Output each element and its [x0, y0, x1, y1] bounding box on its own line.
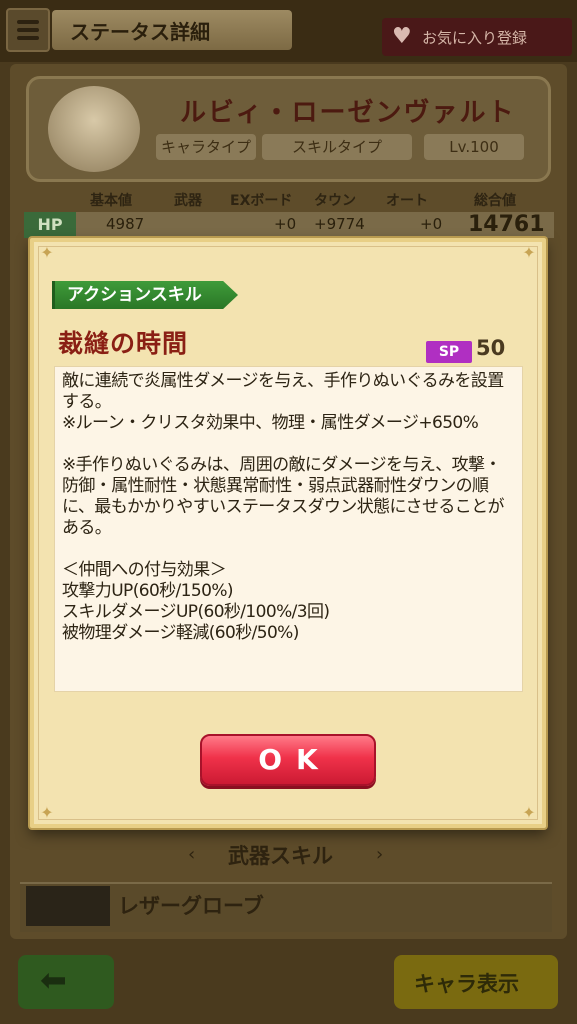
- skill-category-tag: アクションスキル: [52, 281, 238, 309]
- corner-ornament-icon: ✦: [522, 243, 536, 262]
- hp-stat-row: 4987 +0 +9774 +0 14761: [24, 212, 554, 238]
- stat-header-base: 基本値: [90, 193, 132, 209]
- back-button[interactable]: ⬅: [18, 955, 114, 1009]
- ok-button[interactable]: OK: [200, 734, 376, 786]
- favorite-button[interactable]: ♥ お気に入り登録: [382, 18, 572, 56]
- weapon-skill-title: 武器スキル: [228, 844, 333, 868]
- hp-auto-value: +0: [420, 215, 443, 233]
- weapon-name: レザーグローブ: [118, 894, 264, 918]
- chara-view-label: キャラ表示: [414, 972, 519, 996]
- chevron-left-icon[interactable]: ‹: [188, 844, 195, 865]
- sp-value: 50: [476, 336, 506, 360]
- favorite-label: お気に入り登録: [422, 29, 528, 47]
- page-title-plate: ステータス詳細: [52, 10, 292, 50]
- hp-town-value: +9774: [314, 215, 365, 233]
- skill-type-tag: スキルタイプ: [262, 134, 412, 160]
- corner-ornament-icon: ✦: [522, 803, 536, 822]
- stat-header-auto: オート: [386, 193, 428, 209]
- page-title: ステータス詳細: [70, 20, 210, 44]
- hp-exboard-value: +0: [274, 215, 297, 233]
- character-name: ルビィ・ローゼンヴァルト: [180, 98, 516, 128]
- chara-type-tag: キャラタイプ: [156, 134, 256, 160]
- hp-total-value: 14761: [468, 212, 545, 237]
- stat-header-exboard: EXボード: [230, 193, 293, 209]
- level-tag: Lv.100: [424, 134, 524, 160]
- character-avatar: [48, 86, 140, 172]
- skill-name: 裁縫の時間: [58, 329, 189, 358]
- stats-header-row: 基本値 武器 EXボード タウン オート 総合値: [24, 190, 554, 212]
- corner-ornament-icon: ✦: [40, 243, 54, 262]
- hp-label: HP: [24, 212, 76, 238]
- corner-ornament-icon: ✦: [40, 803, 54, 822]
- weapon-thumbnail: [26, 886, 110, 926]
- chevron-right-icon[interactable]: ›: [376, 844, 383, 865]
- stat-header-town: タウン: [314, 193, 356, 209]
- arrow-left-icon: ⬅: [40, 961, 67, 999]
- weapon-skill-header: ‹ 武器スキル ›: [180, 840, 420, 870]
- skill-description: 敵に連続で炎属性ダメージを与え、手作りぬいぐるみを設置する。 ※ルーン・クリスタ…: [62, 371, 505, 643]
- hp-base-value: 4987: [106, 215, 145, 233]
- stat-header-total: 総合値: [474, 193, 516, 209]
- heart-icon: ♥: [392, 24, 412, 49]
- menu-button[interactable]: [6, 8, 50, 52]
- stat-header-weapon: 武器: [174, 193, 202, 209]
- chara-view-button[interactable]: キャラ表示: [394, 955, 558, 1009]
- sp-badge: SP: [426, 341, 472, 363]
